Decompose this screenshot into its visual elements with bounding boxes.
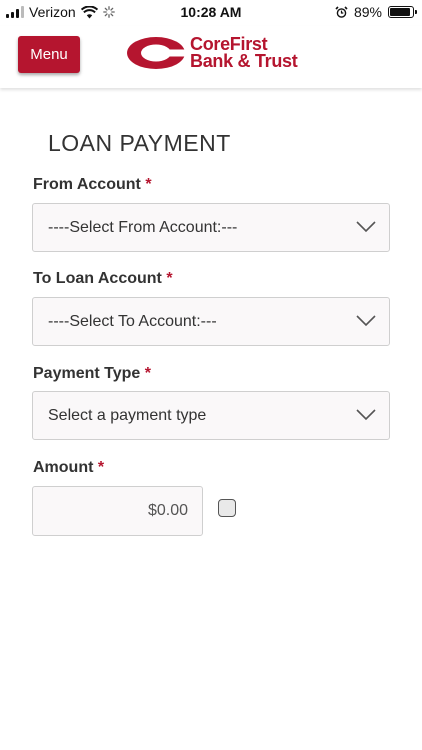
loading-spinner-icon	[102, 6, 115, 18]
app-header: Menu CoreFirst Bank & Trust	[0, 26, 422, 88]
menu-button[interactable]: Menu	[18, 36, 80, 73]
status-left: Verizon	[6, 4, 115, 20]
to-account-selected-value: ----Select To Account:---	[48, 313, 217, 330]
cellular-signal-icon	[6, 6, 24, 18]
amount-value: $0.00	[147, 502, 188, 519]
required-marker: *	[97, 459, 105, 476]
page-title: LOAN PAYMENT	[48, 130, 231, 156]
carrier-name: Verizon	[29, 4, 76, 20]
amount-input[interactable]: $0.00	[32, 486, 203, 536]
required-marker: *	[166, 270, 173, 287]
battery-percent: 89%	[353, 4, 382, 20]
from-account-select[interactable]: ----Select From Account:---	[32, 203, 390, 252]
chevron-down-icon	[356, 315, 376, 327]
required-marker: *	[145, 176, 152, 193]
chevron-down-icon	[356, 221, 376, 233]
payment-type-label: Payment Type *	[33, 365, 151, 383]
logo-wordmark: CoreFirst Bank & Trust	[190, 35, 298, 71]
required-marker: *	[144, 365, 151, 382]
payment-type-label-text: Payment Type	[33, 365, 141, 382]
status-right: 89%	[335, 4, 417, 20]
to-account-label: To Loan Account *	[33, 270, 173, 288]
payment-type-selected-value: Select a payment type	[48, 407, 207, 424]
from-account-label-text: From Account	[33, 176, 141, 193]
chevron-down-icon	[356, 409, 376, 421]
amount-label-text: Amount	[33, 459, 94, 476]
amount-label: Amount *	[33, 459, 104, 477]
payment-type-select[interactable]: Select a payment type	[32, 391, 390, 440]
bank-logo[interactable]: CoreFirst Bank & Trust	[126, 35, 298, 71]
status-bar: Verizon 10:28 AM 89%	[0, 0, 422, 26]
corefirst-logo-icon	[127, 37, 186, 69]
from-account-selected-value: ----Select From Account:---	[48, 219, 238, 236]
wifi-icon	[80, 5, 98, 18]
to-account-select[interactable]: ----Select To Account:---	[32, 297, 390, 346]
battery-fill	[390, 8, 410, 16]
alarm-clock-icon	[335, 5, 348, 18]
logo-line-2: Bank & Trust	[190, 51, 298, 71]
to-account-label-text: To Loan Account	[33, 270, 162, 287]
from-account-label: From Account *	[33, 176, 152, 194]
battery-icon	[388, 6, 417, 18]
amount-checkbox[interactable]	[218, 499, 236, 517]
